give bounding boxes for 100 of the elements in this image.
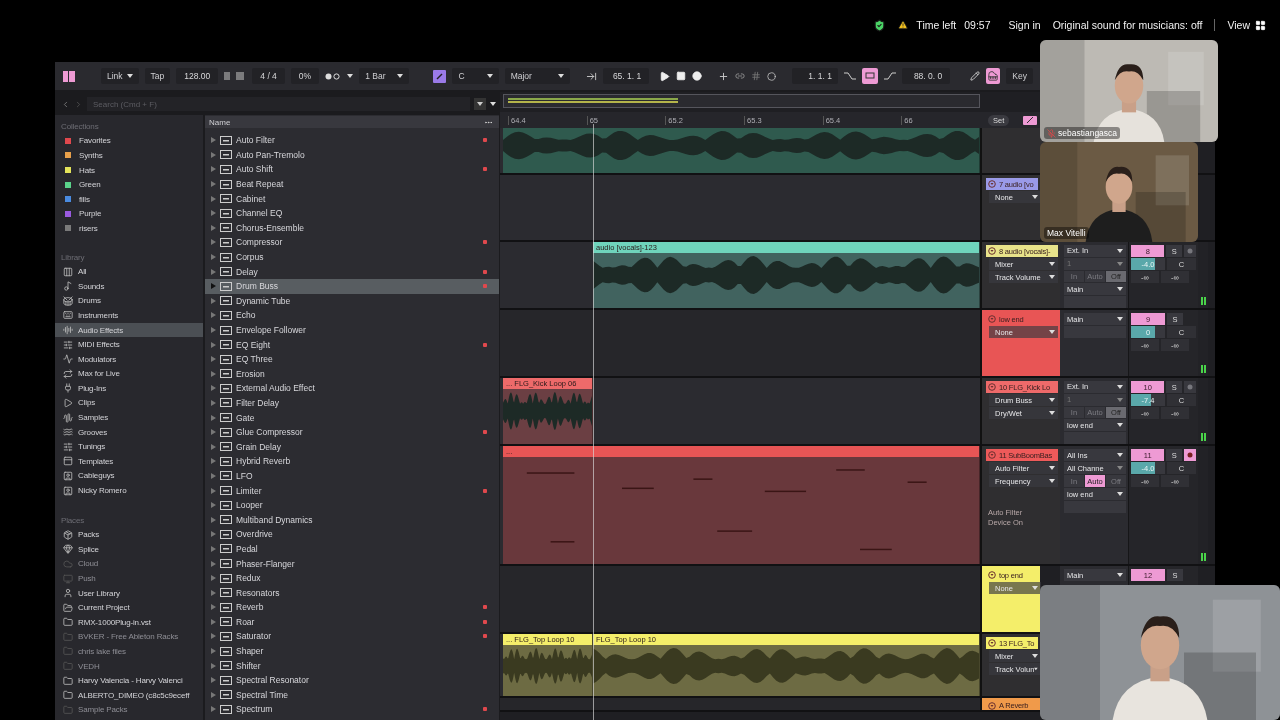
- midi-map-button[interactable]: [986, 68, 1001, 84]
- loop-button[interactable]: [861, 68, 878, 84]
- place-item[interactable]: RMX-1000Plug-in.vst: [55, 615, 203, 630]
- device-item[interactable]: Auto Filter: [205, 133, 499, 148]
- device-item[interactable]: Drum Buss: [205, 278, 499, 294]
- library-item[interactable]: Instruments: [55, 308, 203, 323]
- library-item[interactable]: Samples: [55, 410, 203, 425]
- arm-button[interactable]: [1184, 449, 1196, 461]
- device-item[interactable]: Compressor: [205, 235, 499, 250]
- device-item[interactable]: Echo: [205, 308, 499, 323]
- time-signature-field[interactable]: 4 / 4: [252, 68, 285, 84]
- library-item[interactable]: Clips: [55, 395, 203, 411]
- device-item[interactable]: Erosion: [205, 366, 499, 382]
- device-item[interactable]: Multiband Dynamics: [205, 512, 499, 528]
- device-item[interactable]: Envelope Follower: [205, 322, 499, 338]
- add-icon[interactable]: [718, 70, 730, 82]
- device-item[interactable]: Delay: [205, 264, 499, 279]
- library-item[interactable]: MIDI Effects: [55, 337, 203, 352]
- device-item[interactable]: Redux: [205, 570, 499, 586]
- device-item[interactable]: Hybrid Reverb: [205, 454, 499, 469]
- device-item[interactable]: Limiter: [205, 483, 499, 498]
- place-item[interactable]: Current Project: [55, 600, 203, 615]
- play-button[interactable]: [659, 70, 671, 82]
- link-icon[interactable]: [735, 71, 746, 81]
- device-item[interactable]: Gate: [205, 410, 499, 425]
- collection-item[interactable]: Favorites: [55, 133, 203, 149]
- device-item[interactable]: Chorus-Ensemble: [205, 220, 499, 236]
- library-item[interactable]: Sounds: [55, 278, 203, 294]
- collection-item[interactable]: risers: [55, 221, 203, 236]
- library-item[interactable]: Plug-Ins: [55, 381, 203, 396]
- place-item[interactable]: ALBERTO_DIMEO (c8c5c9eceff: [55, 687, 203, 703]
- device-item[interactable]: Grain Delay: [205, 439, 499, 455]
- quantize-dropdown[interactable]: 1 Bar: [359, 68, 410, 84]
- device-item[interactable]: Corpus: [205, 249, 499, 265]
- collection-item[interactable]: Synths: [55, 148, 203, 163]
- device-item[interactable]: LFO: [205, 468, 499, 484]
- device-item[interactable]: Spectral Time: [205, 687, 499, 703]
- key-dropdown[interactable]: C: [452, 68, 499, 84]
- device-item[interactable]: Dynamic Tube: [205, 293, 499, 309]
- library-item[interactable]: Nicky Romero: [55, 483, 203, 498]
- view-button[interactable]: View: [1227, 19, 1266, 31]
- tempo-field[interactable]: 128.00: [176, 68, 219, 84]
- sign-in-link[interactable]: Sign in: [1008, 19, 1041, 31]
- device-item[interactable]: Roar: [205, 614, 499, 630]
- device-item[interactable]: Shaper: [205, 643, 499, 659]
- device-item[interactable]: Phaser-Flanger: [205, 556, 499, 571]
- device-item[interactable]: Resonators: [205, 585, 499, 600]
- library-item[interactable]: All: [55, 264, 203, 279]
- loop-start-field[interactable]: 1. 1. 1: [792, 68, 838, 84]
- stop-button[interactable]: [676, 71, 687, 81]
- key-map-button[interactable]: Key: [1006, 68, 1033, 84]
- device-item[interactable]: Glue Compressor: [205, 424, 499, 440]
- device-item[interactable]: Reverb: [205, 600, 499, 615]
- edit-icon[interactable]: [1023, 115, 1038, 125]
- device-item[interactable]: Cabinet: [205, 191, 499, 206]
- back-icon[interactable]: [61, 99, 70, 109]
- pencil-icon[interactable]: [970, 71, 981, 81]
- place-item[interactable]: User Library: [55, 585, 203, 601]
- filter-icon[interactable]: [474, 98, 486, 110]
- collection-item[interactable]: fills: [55, 191, 203, 207]
- device-item[interactable]: Channel EQ: [205, 205, 499, 221]
- library-item[interactable]: Max for Live: [55, 366, 203, 382]
- tap-button[interactable]: Tap: [144, 68, 171, 84]
- arm-button[interactable]: [1184, 381, 1196, 393]
- collection-item[interactable]: Hats: [55, 162, 203, 178]
- grid-icon[interactable]: [751, 71, 762, 81]
- device-item[interactable]: Auto Pan-Tremolo: [205, 147, 499, 163]
- place-item[interactable]: Splice: [55, 542, 203, 557]
- collection-item[interactable]: Green: [55, 177, 203, 192]
- scale-dropdown[interactable]: Major: [504, 68, 570, 84]
- device-item[interactable]: EQ Three: [205, 351, 499, 367]
- device-item[interactable]: Spectrum: [205, 702, 499, 717]
- link-button[interactable]: Link: [101, 68, 139, 84]
- device-item[interactable]: EQ Eight: [205, 337, 499, 352]
- library-item[interactable]: Audio Effects: [55, 322, 203, 338]
- library-item[interactable]: Tunings: [55, 439, 203, 455]
- library-item[interactable]: Cableguys: [55, 468, 203, 484]
- device-item[interactable]: Shifter: [205, 658, 499, 673]
- sound-setting[interactable]: Original sound for musicians: off: [1052, 19, 1203, 31]
- device-item[interactable]: Filter Delay: [205, 395, 499, 411]
- device-item[interactable]: External Audio Effect: [205, 381, 499, 396]
- place-item[interactable]: Packs: [55, 527, 203, 543]
- device-item[interactable]: Pedal: [205, 541, 499, 557]
- device-item[interactable]: Beat Repeat: [205, 176, 499, 192]
- device-item[interactable]: Overdrive: [205, 527, 499, 542]
- device-item[interactable]: Auto Shift: [205, 162, 499, 177]
- position-field[interactable]: 65. 1. 1: [602, 68, 650, 84]
- place-item[interactable]: Harvy Valencia - Harvy Valenci: [55, 673, 203, 688]
- library-item[interactable]: Templates: [55, 454, 203, 469]
- library-item[interactable]: Modulators: [55, 351, 203, 367]
- loop-length-field[interactable]: 88. 0. 0: [901, 68, 951, 84]
- overview-strip[interactable]: [503, 94, 980, 108]
- record-button[interactable]: [692, 71, 703, 81]
- device-item[interactable]: Saturator: [205, 629, 499, 644]
- library-item[interactable]: Grooves: [55, 424, 203, 440]
- groove-field[interactable]: 0%: [290, 68, 320, 84]
- circle-icon[interactable]: [767, 71, 777, 81]
- device-item[interactable]: Looper: [205, 497, 499, 513]
- device-item[interactable]: Spectral Resonator: [205, 672, 499, 688]
- collection-item[interactable]: Purple: [55, 206, 203, 222]
